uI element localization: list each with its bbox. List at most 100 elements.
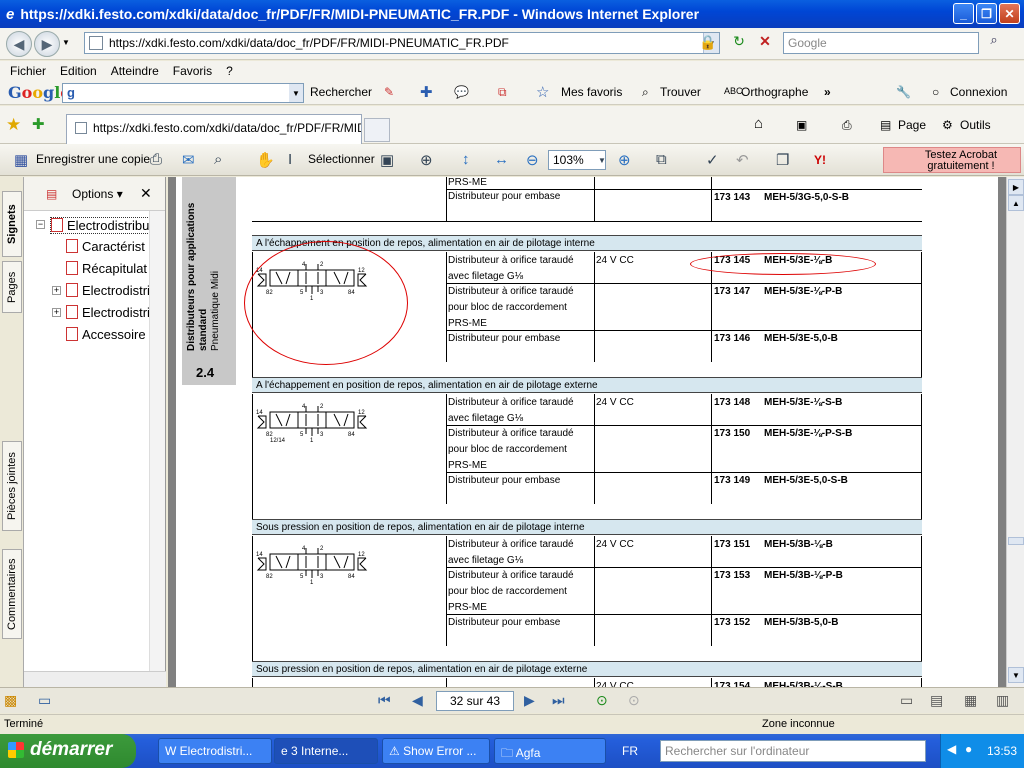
mes-favoris-button[interactable]: Mes favoris [561, 85, 622, 99]
taskbar-agfa[interactable]: 🗀 Agfa [494, 738, 606, 764]
continuous-facing-icon[interactable]: ▥ [996, 692, 1009, 709]
yahoo-icon[interactable]: Y! [814, 153, 826, 167]
chat-icon[interactable]: 💬 [454, 85, 469, 99]
address-bar[interactable]: https://xdki.festo.com/xdki/data/doc_fr/… [84, 32, 720, 54]
close-window-button[interactable]: ✕ [999, 3, 1020, 24]
snapshot-icon[interactable]: ▣ [380, 151, 394, 169]
taskbar-ie[interactable]: e 3 Interne... [274, 738, 378, 764]
save-copy-icon[interactable]: ▦ [14, 151, 28, 169]
bookmark-item[interactable]: Caractérist [66, 239, 145, 254]
document-view[interactable]: Distributeurs pour applications standard… [168, 177, 1006, 687]
bookmarks-vscroll[interactable] [149, 211, 165, 671]
select-tool-button[interactable]: Sélectionner [308, 152, 375, 166]
copy-icon[interactable]: ❐ [776, 151, 789, 169]
scroll-right-arrow-icon[interactable]: ▶ [1008, 179, 1024, 195]
bookmark-item[interactable]: Electrodistri [66, 283, 150, 298]
rotate-icon[interactable]: ⧉ [656, 151, 667, 168]
zoom-in-icon[interactable]: ⊕ [618, 151, 631, 169]
tab-active[interactable]: https://xdki.festo.com/xdki/data/doc_fr/… [66, 114, 362, 144]
back-button[interactable]: ◀ [6, 31, 32, 57]
undo-icon[interactable]: ↶ [736, 151, 749, 169]
tray-arrow-icon[interactable]: ◀ [947, 742, 956, 756]
lock-icon[interactable]: 🔒 [699, 34, 716, 51]
new-tab-button[interactable] [364, 118, 390, 142]
star-icon[interactable]: ☆ [536, 83, 549, 101]
desktop-search-input[interactable]: Rechercher sur l'ordinateur [660, 740, 926, 762]
language-indicator[interactable]: FR [622, 744, 638, 758]
more-chevron-icon[interactable]: » [824, 85, 831, 99]
first-page-button[interactable]: ⏮ [378, 692, 391, 709]
taskbar-show-error[interactable]: ⚠ Show Error ... [382, 738, 490, 764]
page-number-input[interactable]: 32 sur 43 [436, 691, 514, 711]
scroll-down-arrow-icon[interactable]: ▼ [1008, 667, 1024, 683]
expand-icon[interactable]: + [52, 308, 61, 317]
home-icon[interactable]: ⌂ [754, 115, 763, 132]
refresh-icon[interactable]: ↻ [729, 33, 749, 53]
menu-help[interactable]: ? [226, 64, 233, 78]
document-vscroll[interactable]: ▶ ▲ ▼ [1006, 177, 1024, 687]
spellcheck-icon[interactable]: ABC [724, 86, 743, 96]
options-menu[interactable]: Options ▾ [72, 187, 123, 201]
connexion-button[interactable]: Connexion [950, 85, 1007, 99]
page-menu[interactable]: Page [898, 118, 926, 132]
minimize-button[interactable]: _ [953, 3, 974, 24]
zoom-dropdown-icon[interactable]: ▼ [598, 156, 606, 165]
next-view-button[interactable]: ⊙ [628, 692, 640, 709]
feeds-icon[interactable]: ▣ [796, 118, 807, 132]
zoom-in-tool-icon[interactable]: ⊕ [420, 151, 433, 169]
continuous-page-icon[interactable]: ▤ [930, 692, 943, 709]
search-icon[interactable]: ⌕ [983, 32, 1005, 54]
spellcheck-acrobat-icon[interactable]: ✓ [706, 151, 719, 169]
tab-commentaires[interactable]: Commentaires [2, 549, 22, 639]
google-tool-icon[interactable]: ✎ [384, 85, 394, 99]
start-button[interactable]: démarrer [0, 734, 136, 768]
orthographe-button[interactable]: Orthographe [741, 85, 808, 99]
acrobat-promo-button[interactable]: Testez Acrobat gratuitement ! [883, 147, 1021, 173]
panel-toggle-icon[interactable]: ▭ [38, 692, 51, 709]
tab-pieces-jointes[interactable]: Pièces jointes [2, 441, 22, 531]
favorites-star-icon[interactable]: ★ [6, 115, 21, 135]
close-panel-icon[interactable]: ✕ [140, 185, 152, 202]
menu-atteindre[interactable]: Atteindre [111, 64, 159, 78]
add-favorites-icon[interactable]: ✚ [32, 115, 45, 133]
tab-pages[interactable]: Pages [2, 261, 22, 313]
binoculars-icon[interactable]: ⌕ [642, 85, 649, 100]
collapse-icon[interactable]: − [36, 220, 45, 229]
scroll-thumb[interactable] [1008, 537, 1024, 545]
bookmark-item[interactable]: Accessoire [66, 327, 146, 342]
trouver-button[interactable]: Trouver [660, 85, 701, 99]
bookmarks-hscroll[interactable] [24, 671, 166, 687]
print-icon-acrobat[interactable]: ⎙ [150, 151, 162, 168]
stop-icon[interactable]: ✕ [755, 33, 775, 53]
menu-fichier[interactable]: Fichier [10, 64, 46, 78]
text-select-icon[interactable]: I [288, 151, 292, 168]
outils-menu[interactable]: Outils [960, 118, 991, 132]
last-page-button[interactable]: ⏭ [552, 692, 565, 709]
menu-edition[interactable]: Edition [60, 64, 97, 78]
previous-page-button[interactable]: ◀ [412, 692, 423, 709]
binoculars-search-icon[interactable]: ⌕ [214, 151, 222, 168]
browser-search-input[interactable]: Google [783, 32, 979, 54]
save-copy-button[interactable]: Enregistrer une copie [36, 152, 150, 166]
hand-tool-icon[interactable]: ✋ [256, 151, 275, 169]
google-search-input[interactable]: g ▼ [62, 83, 304, 103]
email-icon[interactable]: ✉ [182, 151, 195, 169]
scroll-up-arrow-icon[interactable]: ▲ [1008, 195, 1024, 211]
taskbar-word[interactable]: W Electrodistri... [158, 738, 272, 764]
print-icon[interactable]: ⎙ [842, 118, 852, 133]
desktop-search-icon[interactable]: ⌕ [906, 743, 913, 759]
history-dropdown-icon[interactable]: ▼ [62, 38, 70, 47]
acrobat-icon[interactable]: ▩ [4, 692, 17, 709]
facing-page-icon[interactable]: ▦ [964, 692, 977, 709]
tab-signets[interactable]: Signets [2, 191, 22, 257]
single-page-icon[interactable]: ▭ [900, 692, 913, 709]
forward-button[interactable]: ▶ [34, 31, 60, 57]
plus-icon[interactable]: ✚ [420, 83, 433, 101]
google-rechercher-button[interactable]: Rechercher [310, 85, 372, 99]
menu-favoris[interactable]: Favoris [173, 64, 212, 78]
previous-view-button[interactable]: ⊙ [596, 692, 608, 709]
bookmark-item[interactable]: Electrodistri [66, 305, 150, 320]
next-page-button[interactable]: ▶ [524, 692, 535, 709]
expand-icon[interactable]: + [52, 286, 61, 295]
share-icon[interactable]: ⧉ [498, 85, 507, 100]
